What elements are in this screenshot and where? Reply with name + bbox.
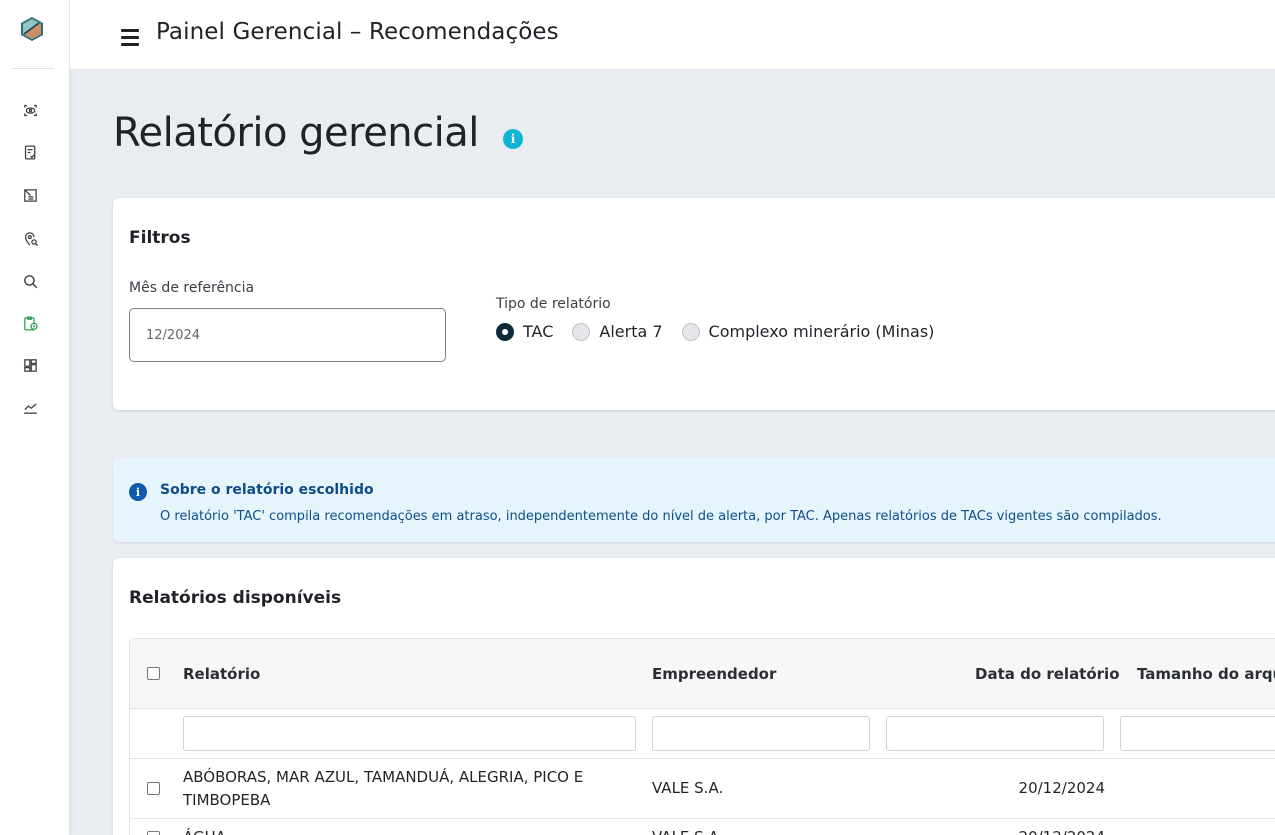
page-title: Relatório gerencial <box>113 110 479 156</box>
table-row[interactable]: ABÓBORAS, MAR AZUL, TAMANDUÁ, ALEGRIA, P… <box>130 759 1275 819</box>
reports-card: Relatórios disponíveis Relatório Empreen… <box>113 558 1275 835</box>
month-label: Mês de referência <box>129 280 255 296</box>
column-header-empreendedor[interactable]: Empreendedor <box>652 665 776 683</box>
clipboard-clock-icon[interactable] <box>21 314 39 332</box>
filter-input-data[interactable] <box>886 716 1104 751</box>
radio-tac[interactable] <box>496 322 514 341</box>
filter-input-relatorio[interactable] <box>183 716 636 751</box>
top-header: Painel Gerencial – Recomendações <box>70 0 1275 70</box>
radio-alerta-7[interactable] <box>572 322 591 341</box>
table-row[interactable]: ÁGUA VALE S.A. 20/12/2024 <box>130 819 1275 835</box>
radio-option-complexo[interactable]: Complexo minerário (Minas) <box>681 322 935 341</box>
trend-chart-icon[interactable] <box>21 398 39 416</box>
table-filter-row <box>130 709 1275 759</box>
eye-scan-icon[interactable] <box>21 101 39 119</box>
app-title: Painel Gerencial – Recomendações <box>156 19 559 45</box>
cell-data: 20/12/2024 <box>1018 779 1105 797</box>
filter-input-tamanho[interactable] <box>1120 716 1275 751</box>
location-search-icon[interactable] <box>21 229 39 247</box>
column-header-data[interactable]: Data do relatório <box>975 665 1120 683</box>
sidebar-divider <box>12 68 54 69</box>
select-all-checkbox[interactable] <box>147 667 160 680</box>
map-book-icon[interactable] <box>21 186 39 204</box>
row-checkbox[interactable] <box>147 831 160 835</box>
cell-empreendedor: VALE S.A. <box>652 779 724 797</box>
cell-relatorio: ÁGUA <box>183 826 226 835</box>
filters-card: Filtros Mês de referência 12/2024 Tipo d… <box>113 198 1275 410</box>
radio-label-alerta-7: Alerta 7 <box>599 322 663 341</box>
month-input[interactable]: 12/2024 <box>129 308 446 362</box>
table-header: Relatório Empreendedor Data do relatório… <box>130 639 1275 709</box>
dashboard-grid-icon[interactable] <box>21 356 39 374</box>
reports-table: Relatório Empreendedor Data do relatório… <box>129 638 1275 835</box>
column-header-tamanho[interactable]: Tamanho do arquivo <box>1137 665 1275 683</box>
info-icon[interactable]: i <box>503 129 523 149</box>
radio-label-tac: TAC <box>523 322 554 341</box>
clipboard-check-icon[interactable] <box>21 143 39 161</box>
alert-text: O relatório 'TAC' compila recomendações … <box>160 509 1162 524</box>
alert-title: Sobre o relatório escolhido <box>160 482 374 498</box>
app-logo-icon[interactable] <box>19 16 45 42</box>
report-type-label: Tipo de relatório <box>496 296 611 312</box>
reports-title: Relatórios disponíveis <box>129 588 342 608</box>
radio-label-complexo: Complexo minerário (Minas) <box>708 322 935 341</box>
cell-relatorio: ABÓBORAS, MAR AZUL, TAMANDUÁ, ALEGRIA, P… <box>183 768 584 809</box>
cell-data: 20/12/2024 <box>890 826 1105 835</box>
radio-option-tac[interactable]: TAC <box>496 322 553 341</box>
radio-option-alerta-7[interactable]: Alerta 7 <box>572 322 663 341</box>
radio-complexo[interactable] <box>681 322 700 341</box>
sidebar <box>0 0 70 835</box>
report-type-radio-group: TAC Alerta 7 Complexo minerário (Minas) <box>496 322 953 341</box>
search-icon[interactable] <box>21 272 39 290</box>
info-icon: i <box>129 483 147 501</box>
filter-input-empreendedor[interactable] <box>652 716 870 751</box>
filters-title: Filtros <box>129 228 191 248</box>
row-checkbox[interactable] <box>147 782 160 795</box>
column-header-relatorio[interactable]: Relatório <box>183 665 260 683</box>
report-info-alert: i Sobre o relatório escolhido O relatóri… <box>113 458 1275 542</box>
cell-empreendedor: VALE S.A. <box>652 826 723 835</box>
hamburger-menu-icon[interactable] <box>121 29 139 46</box>
